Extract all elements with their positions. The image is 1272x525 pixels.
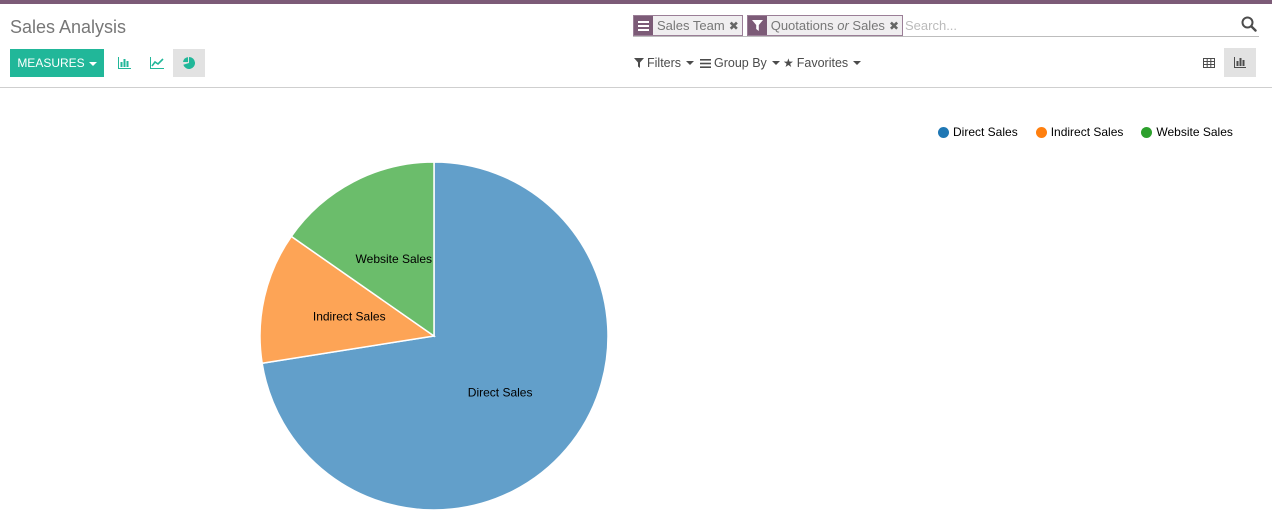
group-by-dropdown[interactable]: Group By — [700, 56, 780, 70]
facet-or: or — [837, 18, 849, 33]
pie-slice-label: Direct Sales — [468, 386, 533, 400]
facet-label: Quotations or Sales — [767, 18, 889, 33]
star-icon: ★ — [783, 56, 794, 70]
facet-value: Quotations — [770, 18, 834, 33]
line-chart-icon — [150, 57, 164, 69]
filters-dropdown[interactable]: Filters — [634, 56, 695, 70]
list-icon — [700, 58, 711, 68]
close-icon[interactable]: ✖ — [729, 19, 742, 33]
measures-label: MEASURES — [17, 56, 85, 70]
pivot-table-icon — [1203, 57, 1215, 68]
caret-down-icon — [771, 61, 780, 65]
facet-label: Sales Team — [657, 18, 725, 33]
graph-view-button[interactable] — [1224, 48, 1256, 77]
control-panel: Sales Analysis Sales Team ✖ Quotations o… — [0, 4, 1272, 88]
pie-chart-button[interactable] — [173, 49, 205, 77]
search-input[interactable] — [905, 16, 1225, 34]
graph-icon — [1234, 57, 1246, 68]
facet-sales-team[interactable]: Sales Team ✖ — [633, 15, 743, 36]
filters-label: Filters — [647, 56, 682, 70]
pivot-view-button[interactable] — [1193, 48, 1225, 77]
close-icon[interactable]: ✖ — [889, 19, 902, 33]
bar-chart-button[interactable] — [108, 49, 140, 77]
caret-down-icon — [686, 61, 695, 65]
search-icon[interactable] — [1241, 16, 1257, 32]
favorites-dropdown[interactable]: ★ Favorites — [783, 56, 862, 70]
list-icon — [634, 16, 653, 35]
filter-icon — [748, 16, 767, 35]
caret-down-icon — [853, 61, 862, 65]
search-box: Sales Team ✖ Quotations or Sales ✖ — [633, 14, 1259, 37]
measures-button[interactable]: MEASURES — [10, 49, 104, 77]
favorites-label: Favorites — [796, 56, 849, 70]
line-chart-button[interactable] — [141, 49, 173, 77]
page-title: Sales Analysis — [10, 17, 127, 37]
pie-chart-icon — [183, 57, 195, 69]
bar-chart-icon — [117, 57, 131, 69]
facet-quotations-sales[interactable]: Quotations or Sales ✖ — [747, 15, 903, 36]
pie-chart: Direct Sales Indirect Sales Website Sales — [259, 161, 609, 511]
filter-icon — [634, 58, 644, 68]
pie-slice-label: Indirect Sales — [313, 309, 386, 323]
facet-value: Sales — [852, 18, 885, 33]
group-by-label: Group By — [714, 56, 767, 70]
caret-down-icon — [88, 61, 97, 66]
pie-slice-label: Website Sales — [356, 252, 432, 266]
